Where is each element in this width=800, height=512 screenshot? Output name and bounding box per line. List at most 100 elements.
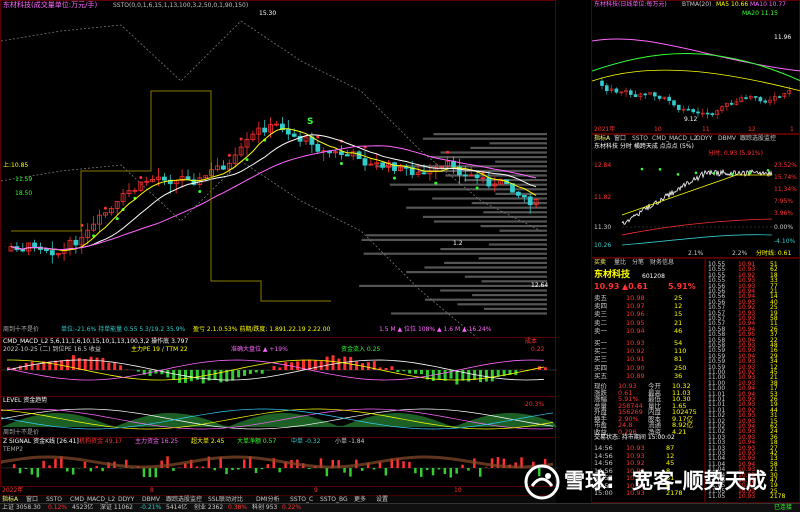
macd-histogram-bar xyxy=(438,370,441,380)
signal-bar xyxy=(326,468,329,476)
volume-profile-bar xyxy=(406,271,547,273)
rm-tab-macd[interactable]: CMD_MACD_L2 xyxy=(652,136,697,142)
fund-flow-chart[interactable] xyxy=(1,397,557,439)
rm-tab-ssto[interactable]: SSTO xyxy=(632,136,648,142)
macd-histogram-bar xyxy=(219,370,222,382)
signal-bar xyxy=(96,466,99,468)
book-label: 卖二 xyxy=(594,320,607,327)
indicator-panel-fund[interactable]: LEVEL 资金趋势 周到十不是价 20.3% xyxy=(0,396,556,438)
status-sh-index[interactable]: 上证 3058.30 xyxy=(2,505,41,511)
quote-tab-orderbook[interactable]: 买卖 xyxy=(594,260,606,266)
book-label: 卖一 xyxy=(594,328,607,335)
signal-bar xyxy=(90,468,93,471)
signal-dot xyxy=(246,158,249,161)
bid-row[interactable]: 买三 10.91 81 xyxy=(594,356,698,363)
right-top-axis-11: 11 xyxy=(702,127,710,133)
book-vol: 81 xyxy=(674,356,682,363)
rm-price-3: 11.30 xyxy=(594,225,611,231)
quote-tab-volratio[interactable]: 量比 xyxy=(614,260,626,266)
macd-histogram-bar xyxy=(414,370,417,374)
indicator-panel-signal[interactable]: Z SIGNAL 资金K线 [26.41] 机构资金 49.17 主力资金 16… xyxy=(0,437,556,487)
status-cy-index[interactable]: 创业 2362 xyxy=(194,505,223,511)
right-top-title: 东材科技(日线单位:每万元) xyxy=(594,2,667,8)
signal-bar xyxy=(31,468,33,475)
intraday-signal-dot xyxy=(731,173,734,176)
status-kc-index[interactable]: 科创 953 xyxy=(252,505,277,511)
signal-bar xyxy=(461,465,464,468)
candle-body xyxy=(363,159,367,165)
signal-bar xyxy=(178,467,181,468)
intraday-chart[interactable] xyxy=(592,135,800,259)
mini-candle-body xyxy=(605,86,608,91)
rm-pct-1: 23.52% xyxy=(774,163,797,169)
signal-bar xyxy=(72,468,75,475)
bid-row[interactable]: 买二 10.92 110 xyxy=(594,348,698,355)
book-vol: 12 xyxy=(674,303,682,310)
signal-bar-chart[interactable] xyxy=(1,438,557,488)
volume-profile-bar xyxy=(440,248,547,250)
candle-body xyxy=(475,175,479,178)
book-vol: 15 xyxy=(674,311,682,318)
mini-candle-body xyxy=(658,96,661,98)
main-kline-chart[interactable] xyxy=(1,1,557,339)
bid-row[interactable]: 买四 10.90 250 xyxy=(594,365,698,372)
signal-item-1: 机构资金 49.17 xyxy=(79,439,122,445)
mini-ma-green xyxy=(592,54,800,82)
book-price: 10.93 xyxy=(626,340,645,347)
signal-bar xyxy=(278,468,281,472)
rm-tab-ddyy[interactable]: DDYY xyxy=(696,136,712,142)
status-sz-index[interactable]: 深证 11062 xyxy=(100,505,133,511)
book-label: 买二 xyxy=(594,348,607,355)
signal-bar xyxy=(455,468,458,474)
macd-histogram-bar xyxy=(261,370,264,374)
intraday-signal-dot xyxy=(713,172,716,175)
volume-profile-bar xyxy=(423,216,547,218)
mini-candle-body xyxy=(677,105,680,110)
signal-dot xyxy=(139,176,142,179)
right-mid-intraday-panel[interactable]: 指标A 窗口 SSTO CMD_MACD_L2 DDYY DBMV 跟踪选股监控… xyxy=(591,134,800,258)
macd-histogram-bar xyxy=(314,360,317,370)
right-top-daily-panel[interactable]: 东材科技(日线单位:每万元) BTMA(20) MA5 10.66 MA10 1… xyxy=(591,0,800,134)
macd-histogram-bar xyxy=(249,370,252,374)
signal-bar xyxy=(420,468,423,477)
macd-histogram-bar xyxy=(296,361,299,370)
quote-tab-finance[interactable]: 财务信息 xyxy=(650,260,674,266)
candle-body xyxy=(487,178,491,186)
step-support-line xyxy=(11,91,331,301)
macd-histogram-bar xyxy=(172,370,175,380)
ask-row[interactable]: 卖四 10.97 12 xyxy=(594,303,698,310)
intraday-signal-dot xyxy=(659,168,662,171)
macd-histogram-bar xyxy=(326,357,329,370)
volume-profile-bar xyxy=(483,211,547,213)
rm-tab-dbmv[interactable]: DBMV xyxy=(718,136,736,142)
indicator-panel-macd[interactable]: CMD_MACD_L2 5,6,11,1,6,10,15,10,1,13,100… xyxy=(0,337,556,397)
daily-mini-chart[interactable] xyxy=(592,1,800,135)
mini-candle-body xyxy=(615,89,618,92)
signal-bar xyxy=(361,468,364,471)
candle-body xyxy=(50,251,54,255)
ask-row[interactable]: 卖二 10.95 21 xyxy=(594,320,698,327)
ask-row[interactable]: 卖五 10.98 25 xyxy=(594,295,698,302)
x-axis-label-10: 10 xyxy=(454,488,462,494)
signal-bar xyxy=(25,468,28,469)
rm-bottom-1: 2.1% xyxy=(688,251,703,257)
volume-profile-bar xyxy=(433,133,547,135)
rm-pct-2: 15.74% xyxy=(774,175,797,181)
bid-row[interactable]: 买五 10.89 36 xyxy=(594,373,698,380)
bid-row[interactable]: 买一 10.93 54 xyxy=(594,340,698,347)
rm-tab-window[interactable]: 窗口 xyxy=(614,136,626,142)
signal-bar xyxy=(408,462,411,468)
right-top-axis-12: 12 xyxy=(748,127,756,133)
rm-tab-a[interactable]: 指标A xyxy=(594,136,610,142)
signal-bar xyxy=(467,468,470,471)
rm-tab-track[interactable]: 跟踪选股监控 xyxy=(740,136,776,142)
ask-row[interactable]: 卖三 10.96 15 xyxy=(594,311,698,318)
macd-histogram-bar xyxy=(544,367,547,370)
signal-bar xyxy=(101,468,104,471)
ask-row[interactable]: 卖一 10.94 46 xyxy=(594,328,698,335)
macd-histogram-bar xyxy=(178,370,181,383)
main-kline-panel[interactable]: 东材科技(成交量单位:万元/手) SSTO(0,0,1,6,15,1,13,10… xyxy=(0,0,556,338)
volume-profile-bar xyxy=(431,156,547,158)
signal-bar xyxy=(444,468,447,474)
quote-tab-ticks[interactable]: 分笔 xyxy=(632,260,644,266)
